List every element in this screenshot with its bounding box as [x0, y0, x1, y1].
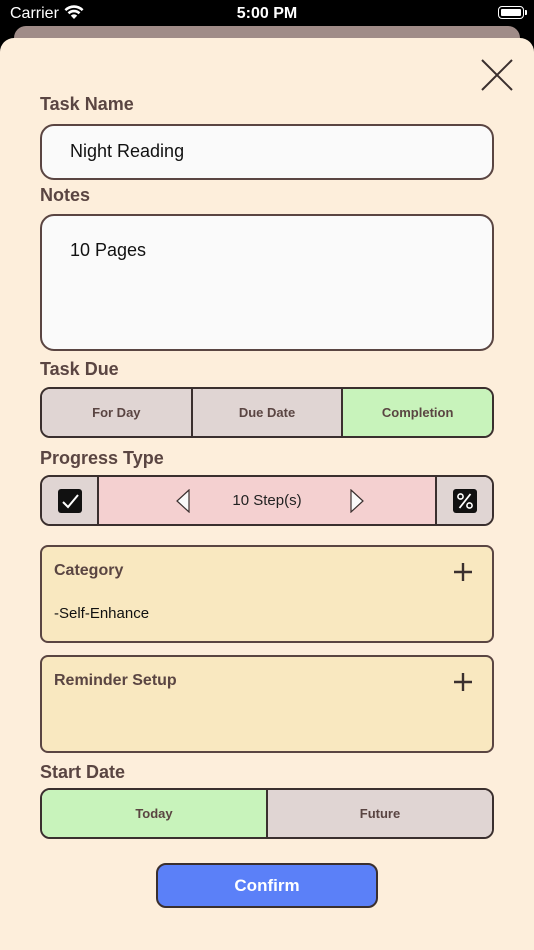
plus-icon[interactable] [452, 671, 474, 693]
task-name-label: Task Name [40, 94, 134, 114]
battery-icon [498, 6, 527, 19]
reminder-setup-title: Reminder Setup [54, 672, 177, 689]
status-time: 5:00 PM [236, 5, 298, 22]
category-title: Category [54, 562, 124, 579]
progress-type-label: Progress Type [40, 448, 164, 468]
screen: Carrier 5:00 PM Task Name Night Reading … [0, 0, 534, 950]
start-date-today[interactable]: Today [42, 790, 266, 837]
notes-label: Notes [40, 185, 91, 205]
notes-textarea[interactable]: 10 Pages [40, 214, 494, 351]
category-card: Category -Self-Enhance [40, 545, 494, 643]
percent-icon [452, 488, 477, 513]
category-value: -Self-Enhance [54, 605, 150, 622]
task-name-input[interactable]: Night Reading [40, 124, 494, 180]
triangle-right-icon[interactable] [349, 489, 365, 513]
checkbox-checked-icon [57, 488, 82, 513]
triangle-left-icon[interactable] [175, 489, 191, 513]
task-due-segmented-control: For Day Due Date Completion [40, 387, 494, 438]
task-name-value: Night Reading [70, 141, 185, 161]
task-due-for-day[interactable]: For Day [42, 389, 191, 436]
start-date-future[interactable]: Future [266, 790, 492, 837]
progress-type-control: 10 Step(s) [40, 475, 494, 526]
progress-value-area: 10 Step(s) [99, 477, 435, 524]
notes-value: 10 Pages [70, 240, 147, 260]
plus-icon[interactable] [452, 561, 474, 583]
reminder-setup-card: Reminder Setup [40, 655, 494, 753]
steps-mode-button[interactable] [42, 477, 99, 524]
start-date-segmented-control: Today Future [40, 788, 494, 839]
task-due-completion[interactable]: Completion [341, 389, 492, 436]
percent-mode-button[interactable] [435, 477, 492, 524]
task-due-due-date[interactable]: Due Date [190, 389, 342, 436]
close-icon[interactable] [478, 56, 516, 94]
start-date-label: Start Date [40, 762, 126, 782]
task-due-label: Task Due [40, 359, 119, 379]
confirm-button[interactable]: Confirm [156, 863, 378, 908]
progress-value: 10 Step(s) [232, 492, 302, 509]
